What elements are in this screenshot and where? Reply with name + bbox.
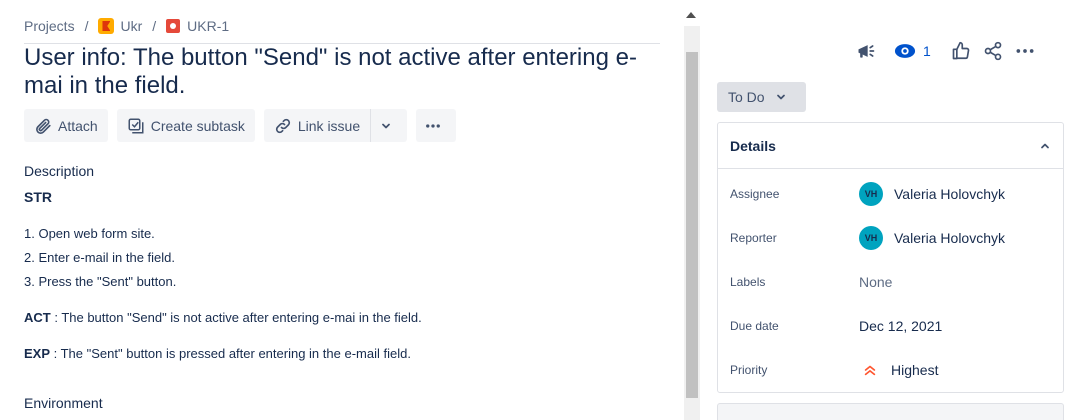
attach-button[interactable]: Attach	[24, 109, 108, 142]
assignee-row: Assignee VH Valeria Holovchyk	[730, 182, 1051, 206]
assignee-name: Valeria Holovchyk	[894, 186, 1006, 202]
details-header[interactable]: Details	[718, 123, 1063, 169]
more-icon	[1016, 49, 1034, 53]
priority-row: Priority Highest	[730, 358, 1051, 382]
subtask-icon	[128, 118, 144, 133]
link-icon	[275, 118, 290, 133]
due-date-row: Due date Dec 12, 2021	[730, 314, 1051, 338]
reporter-field[interactable]: VH Valeria Holovchyk	[859, 226, 1005, 250]
issue-header-actions: 1	[850, 40, 1041, 62]
details-panel: Details Assignee VH Valeria Holovchyk Re…	[717, 122, 1064, 393]
breadcrumb-issue[interactable]: UKR-1	[166, 18, 229, 34]
next-panel[interactable]	[717, 403, 1064, 420]
chevron-down-icon	[776, 94, 785, 100]
reporter-label: Reporter	[730, 231, 777, 245]
reporter-name: Valeria Holovchyk	[894, 230, 1006, 246]
str-heading: STR	[24, 189, 52, 205]
issue-actions-toolbar: Attach Create subtask Link issue	[24, 109, 465, 142]
link-issue-label: Link issue	[297, 117, 361, 134]
breadcrumb-separator: /	[152, 18, 157, 34]
assignee-field[interactable]: VH Valeria Holovchyk	[859, 182, 1005, 206]
priority-highest-icon	[864, 365, 876, 376]
avatar: VH	[859, 226, 883, 250]
exp-text: : The "Sent" button is pressed after ent…	[50, 346, 411, 361]
priority-value: Highest	[891, 362, 939, 378]
priority-label: Priority	[730, 363, 768, 377]
expected-result: EXP : The "Sent" button is pressed after…	[24, 346, 411, 361]
due-date-label: Due date	[730, 319, 779, 333]
link-issue-group: Link issue	[263, 109, 408, 142]
eye-icon	[894, 44, 916, 58]
labels-label: Labels	[730, 275, 766, 289]
watch-button[interactable]: 1	[894, 43, 931, 59]
share-button[interactable]	[977, 40, 1009, 62]
actual-result: ACT : The button "Send" is not active af…	[24, 310, 422, 325]
labels-row: Labels None	[730, 270, 1051, 294]
avatar: VH	[859, 182, 883, 206]
scroll-up-arrow-icon[interactable]	[686, 12, 696, 18]
megaphone-icon	[858, 45, 875, 58]
breadcrumb-project[interactable]: Ukr	[98, 18, 142, 34]
breadcrumb-project-label: Ukr	[120, 18, 143, 34]
issue-title[interactable]: User info: The button "Send" is not acti…	[24, 44, 654, 100]
act-text: : The button "Send" is not active after …	[50, 310, 422, 325]
step-item: 1. Open web form site.	[24, 226, 155, 241]
more-actions-button[interactable]	[416, 109, 457, 142]
due-date-field[interactable]: Dec 12, 2021	[859, 318, 942, 334]
labels-field[interactable]: None	[859, 274, 892, 290]
assignee-label: Assignee	[730, 187, 780, 201]
act-label: ACT	[24, 310, 51, 325]
project-avatar-icon	[98, 18, 115, 34]
breadcrumb-separator: /	[84, 18, 89, 34]
create-subtask-label: Create subtask	[150, 117, 245, 134]
watchers-count: 1	[923, 43, 931, 59]
create-subtask-button[interactable]: Create subtask	[116, 109, 255, 142]
details-heading: Details	[730, 137, 776, 154]
exp-label: EXP	[24, 346, 51, 361]
reporter-row: Reporter VH Valeria Holovchyk	[730, 226, 1051, 250]
step-item: 3. Press the "Sent" button.	[24, 274, 177, 289]
more-options-button[interactable]	[1009, 40, 1041, 62]
breadcrumb: Projects / Ukr / UKR-1	[24, 16, 229, 36]
chevron-down-icon	[382, 123, 391, 128]
status-dropdown[interactable]: To Do	[717, 82, 806, 112]
environment-heading: Environment	[24, 395, 103, 411]
step-item: 2. Enter e-mail in the field.	[24, 250, 176, 265]
paperclip-icon	[36, 118, 51, 134]
scrollbar-thumb[interactable]	[686, 52, 698, 398]
breadcrumb-issue-key: UKR-1	[187, 18, 230, 34]
bug-icon	[166, 19, 181, 33]
vote-button[interactable]	[945, 40, 977, 62]
link-issue-button[interactable]: Link issue	[263, 109, 371, 142]
breadcrumb-projects[interactable]: Projects	[24, 18, 75, 34]
share-icon	[984, 41, 1002, 61]
link-issue-dropdown-button[interactable]	[370, 109, 408, 142]
feedback-button[interactable]	[850, 40, 882, 62]
chevron-up-icon	[1041, 143, 1049, 148]
status-label: To Do	[728, 89, 765, 105]
more-icon	[426, 123, 441, 128]
attach-label: Attach	[58, 117, 98, 134]
thumbs-up-icon	[952, 41, 970, 60]
priority-field[interactable]: Highest	[859, 362, 938, 378]
description-heading: Description	[24, 163, 95, 179]
